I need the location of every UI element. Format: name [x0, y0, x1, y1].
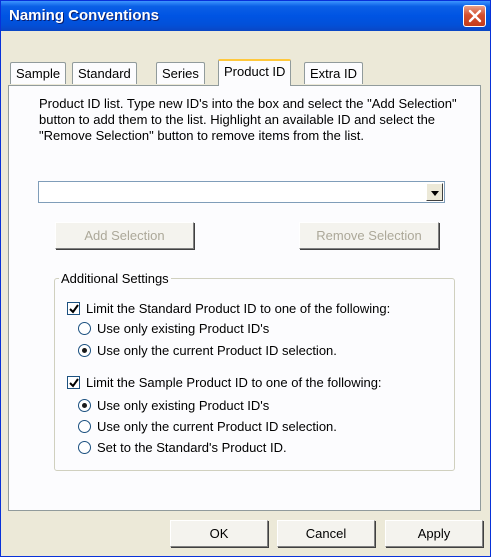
additional-settings-label: Additional Settings	[59, 271, 171, 286]
window-title: Naming Conventions	[9, 7, 160, 24]
tab-extra-id[interactable]: Extra ID	[304, 62, 363, 84]
checkbox-box[interactable]	[67, 376, 80, 389]
tab-sample[interactable]: Sample	[10, 62, 67, 84]
combo-dropdown-button[interactable]	[426, 183, 443, 201]
radio-unselected[interactable]	[78, 322, 91, 335]
checkbox-box[interactable]	[67, 302, 80, 315]
cancel-button[interactable]: Cancel	[277, 520, 375, 547]
tab-series[interactable]: Series	[156, 62, 205, 84]
remove-selection-button[interactable]: Remove Selection	[299, 222, 439, 249]
standard-option-existing-label: Use only existing Product ID's	[97, 321, 270, 336]
radio-unselected[interactable]	[78, 420, 91, 433]
sample-option-existing-label: Use only existing Product ID's	[97, 398, 270, 413]
radio-selected[interactable]	[78, 344, 91, 357]
radio-unselected[interactable]	[78, 441, 91, 454]
sample-limit-label: Limit the Sample Product ID to one of th…	[86, 375, 382, 390]
add-selection-button[interactable]: Add Selection	[55, 222, 194, 249]
sample-option-current-label: Use only the current Product ID selectio…	[97, 419, 337, 434]
product-id-combo[interactable]	[38, 181, 445, 203]
title-bar[interactable]: Naming Conventions	[1, 1, 490, 31]
ok-button[interactable]: OK	[170, 520, 268, 547]
product-id-description: Product ID list. Type new ID's into the …	[39, 96, 457, 143]
tab-standard[interactable]: Standard	[72, 62, 137, 84]
standard-limit-label: Limit the Standard Product ID to one of …	[86, 301, 391, 316]
tab-product-id[interactable]: Product ID	[218, 59, 292, 86]
sample-option-standard-label: Set to the Standard's Product ID.	[97, 440, 287, 455]
standard-option-current-label: Use only the current Product ID selectio…	[97, 343, 337, 358]
apply-button[interactable]: Apply	[385, 520, 483, 547]
radio-selected[interactable]	[78, 399, 91, 412]
close-button[interactable]	[463, 5, 486, 27]
